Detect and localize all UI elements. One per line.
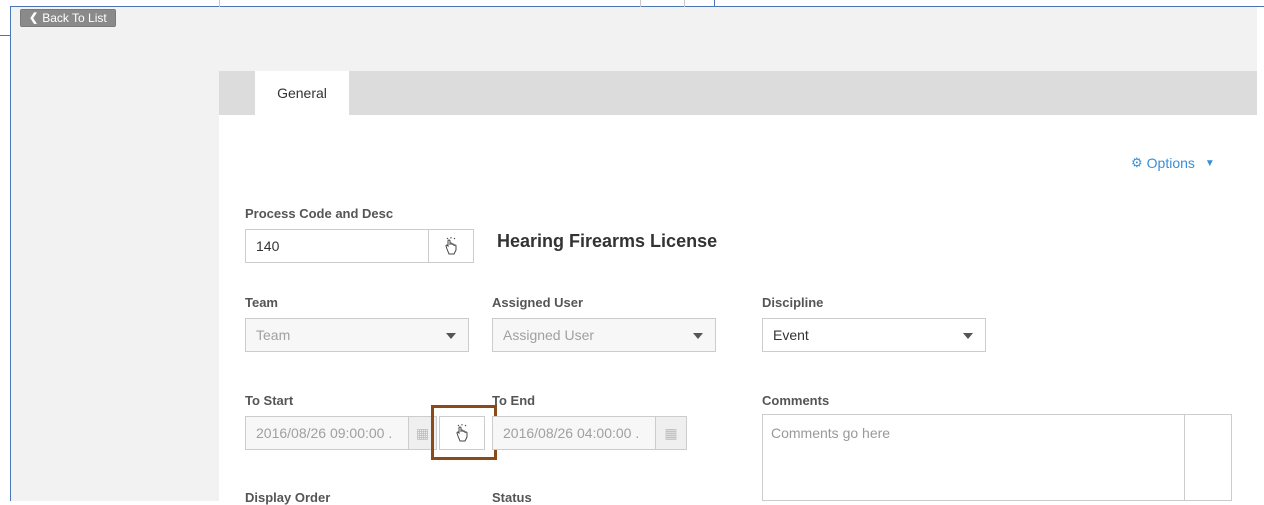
- options-label: Options: [1146, 155, 1195, 171]
- tab-general[interactable]: General: [255, 71, 349, 115]
- tab-general-label: General: [277, 85, 327, 101]
- frame-tick: [0, 35, 10, 36]
- comments-scrollbar[interactable]: [1184, 415, 1185, 501]
- to-end-value: 2016/08/26 04:00:00 .: [503, 425, 640, 441]
- discipline-label: Discipline: [762, 295, 824, 310]
- process-code-pick-button[interactable]: [428, 229, 474, 263]
- to-end-input[interactable]: 2016/08/26 04:00:00 .: [492, 416, 656, 450]
- chevron-left-icon: ❮: [29, 12, 39, 24]
- to-end-calendar-button[interactable]: ▦: [655, 416, 687, 450]
- back-to-list-label: Back To List: [42, 11, 107, 25]
- column-divider: [684, 0, 685, 7]
- options-dropdown[interactable]: ⚙ Options ▼: [1131, 155, 1215, 171]
- highlight-box: [431, 405, 497, 460]
- calendar-icon: ▦: [664, 424, 678, 441]
- assigned-user-select[interactable]: Assigned User: [492, 318, 716, 352]
- caret-down-icon: [963, 333, 973, 339]
- status-label: Status: [492, 490, 532, 505]
- to-start-value: 2016/08/26 09:00:00 .: [256, 425, 393, 441]
- column-divider: [640, 0, 641, 7]
- column-divider: [714, 0, 715, 7]
- assigned-user-label: Assigned User: [492, 295, 584, 310]
- caret-down-icon: [693, 333, 703, 339]
- comments-placeholder: Comments go here: [771, 425, 891, 441]
- to-start-label: To Start: [245, 393, 294, 408]
- comments-textarea[interactable]: Comments go here: [762, 414, 1232, 501]
- column-divider: [219, 0, 220, 7]
- process-code-value: 140: [256, 238, 280, 254]
- caret-down-icon: [446, 333, 456, 339]
- process-code-label: Process Code and Desc: [245, 206, 394, 221]
- frame-border-top: [10, 6, 1264, 7]
- caret-down-icon: ▼: [1204, 157, 1215, 169]
- process-description: Hearing Firearms License: [497, 231, 718, 251]
- tab-bar: [219, 71, 1257, 115]
- assigned-user-value: Assigned User: [503, 327, 595, 343]
- back-to-list-button[interactable]: ❮ Back To List: [20, 9, 116, 27]
- calendar-icon: ▦: [415, 424, 430, 441]
- process-code-input[interactable]: 140: [245, 229, 429, 263]
- frame-border-left: [10, 6, 11, 501]
- team-value: Team: [256, 327, 291, 343]
- to-start-input[interactable]: 2016/08/26 09:00:00 .: [245, 416, 409, 450]
- team-select[interactable]: Team: [245, 318, 469, 352]
- gear-icon: ⚙: [1131, 155, 1143, 170]
- display-order-label: Display Order: [245, 490, 331, 505]
- comments-label: Comments: [762, 393, 830, 408]
- discipline-select[interactable]: Event: [762, 318, 986, 352]
- to-end-label: To End: [492, 393, 536, 408]
- team-label: Team: [245, 295, 278, 310]
- hand-pointer-icon: [445, 237, 457, 255]
- discipline-value: Event: [773, 327, 809, 343]
